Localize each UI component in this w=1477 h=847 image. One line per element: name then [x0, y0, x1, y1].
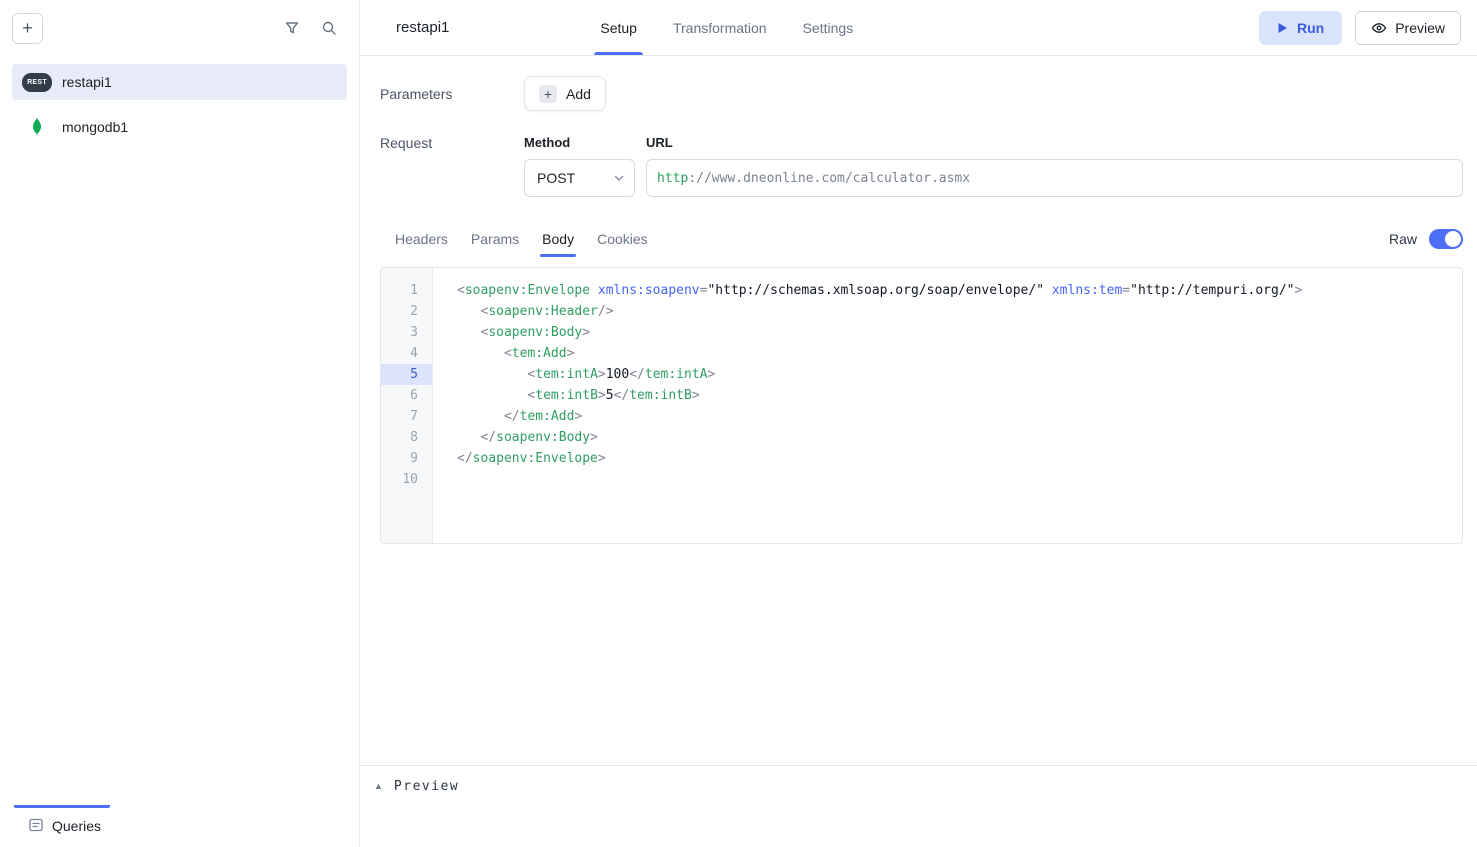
eye-icon: [1371, 20, 1387, 36]
query-item-label: restapi1: [62, 74, 112, 90]
query-header: restapi1 Setup Transformation Settings R…: [360, 0, 1477, 56]
line-number: 3: [381, 322, 432, 343]
filter-icon[interactable]: [284, 20, 300, 36]
search-icon[interactable]: [321, 20, 337, 36]
new-query-button[interactable]: +: [12, 13, 43, 44]
active-tab-indicator: [14, 805, 110, 808]
tab-body[interactable]: Body: [542, 231, 574, 257]
query-list: REST restapi1 mongodb1: [0, 56, 359, 153]
code-line: </soapenv:Envelope>: [457, 448, 1462, 469]
parameters-row: Parameters + Add: [380, 76, 1463, 111]
method-select[interactable]: POST: [524, 159, 635, 197]
header-actions: Run Preview: [1259, 0, 1461, 55]
raw-label: Raw: [1389, 231, 1417, 247]
line-number: 5: [381, 364, 432, 385]
body-code-editor[interactable]: 12345678910 <soapenv:Envelope xmlns:soap…: [380, 267, 1463, 544]
tab-headers[interactable]: Headers: [395, 231, 448, 257]
query-item-mongodb1[interactable]: mongodb1: [12, 109, 347, 145]
play-icon: [1277, 22, 1288, 34]
run-button[interactable]: Run: [1259, 11, 1342, 45]
line-number: 4: [381, 343, 432, 364]
preview-panel-collapsed: ▲ Preview: [360, 765, 1477, 847]
chevron-down-icon: [612, 171, 626, 185]
tab-cookies[interactable]: Cookies: [597, 231, 648, 257]
raw-toggle[interactable]: [1429, 229, 1463, 249]
code-line: <tem:intB>5</tem:intB>: [457, 385, 1462, 406]
add-parameter-button[interactable]: + Add: [524, 76, 606, 111]
tab-params[interactable]: Params: [471, 231, 519, 257]
sidebar-bottom-bar: Queries: [0, 805, 359, 847]
rest-api-icon: REST: [22, 73, 52, 92]
sidebar-spacer: [0, 153, 359, 805]
queries-icon: [28, 817, 44, 836]
sidebar-toolbar: +: [0, 0, 359, 56]
method-select-value: POST: [537, 170, 575, 186]
preview-button[interactable]: Preview: [1355, 11, 1461, 45]
parameters-label: Parameters: [380, 86, 524, 102]
url-input[interactable]: http://www.dneonline.com/calculator.asmx: [646, 159, 1463, 197]
preview-button-label: Preview: [1395, 20, 1445, 36]
line-number: 9: [381, 448, 432, 469]
code-line: <soapenv:Header/>: [457, 301, 1462, 322]
code-line: <tem:intA>100</tem:intA>: [457, 364, 1462, 385]
line-number: 1: [381, 280, 432, 301]
run-button-label: Run: [1297, 20, 1324, 36]
line-number: 8: [381, 427, 432, 448]
tab-queries[interactable]: Queries: [0, 817, 101, 836]
query-item-restapi1[interactable]: REST restapi1: [12, 64, 347, 100]
request-row: Request Method POST URL http://www.dneon…: [380, 135, 1463, 197]
line-number: 7: [381, 406, 432, 427]
line-number: 2: [381, 301, 432, 322]
sidebar: + REST restapi1 mongodb1: [0, 0, 360, 847]
query-tabs: Setup Transformation Settings: [594, 0, 859, 55]
query-item-label: mongodb1: [62, 119, 128, 135]
line-number: 6: [381, 385, 432, 406]
tab-settings[interactable]: Settings: [797, 0, 860, 55]
mongodb-icon: [22, 118, 52, 137]
setup-content: Parameters + Add Request Method POST: [360, 56, 1477, 765]
code-line: <tem:Add>: [457, 343, 1462, 364]
request-config-tabs: Headers Params Body Cookies: [395, 231, 648, 257]
add-button-label: Add: [566, 86, 591, 102]
tab-transformation[interactable]: Transformation: [667, 0, 773, 55]
editor-gutter: 12345678910: [381, 268, 433, 543]
code-line: <soapenv:Body>: [457, 322, 1462, 343]
code-line: [457, 469, 1462, 490]
line-number: 10: [381, 469, 432, 490]
app: + REST restapi1 mongodb1: [0, 0, 1477, 847]
code-line: </soapenv:Body>: [457, 427, 1462, 448]
main-panel: restapi1 Setup Transformation Settings R…: [360, 0, 1477, 847]
code-line: <soapenv:Envelope xmlns:soapenv="http://…: [457, 280, 1462, 301]
method-label: Method: [524, 135, 635, 150]
code-line: </tem:Add>: [457, 406, 1462, 427]
url-label: URL: [646, 135, 1463, 150]
editor-code[interactable]: <soapenv:Envelope xmlns:soapenv="http://…: [433, 268, 1462, 543]
request-label: Request: [380, 135, 524, 151]
tab-queries-label: Queries: [52, 818, 101, 834]
toggle-knob: [1445, 231, 1461, 247]
method-column: Method POST: [524, 135, 635, 197]
expand-panel-icon[interactable]: ▲: [374, 779, 383, 794]
sidebar-toolbar-icons: [284, 20, 337, 36]
url-column: URL http://www.dneonline.com/calculator.…: [646, 135, 1463, 197]
raw-toggle-group: Raw: [1389, 229, 1463, 257]
request-config-tabs-row: Headers Params Body Cookies Raw: [380, 229, 1463, 257]
tab-setup[interactable]: Setup: [594, 0, 643, 55]
plus-icon: +: [539, 85, 557, 103]
preview-panel-label: Preview: [394, 779, 459, 794]
page-title: restapi1: [396, 0, 449, 55]
